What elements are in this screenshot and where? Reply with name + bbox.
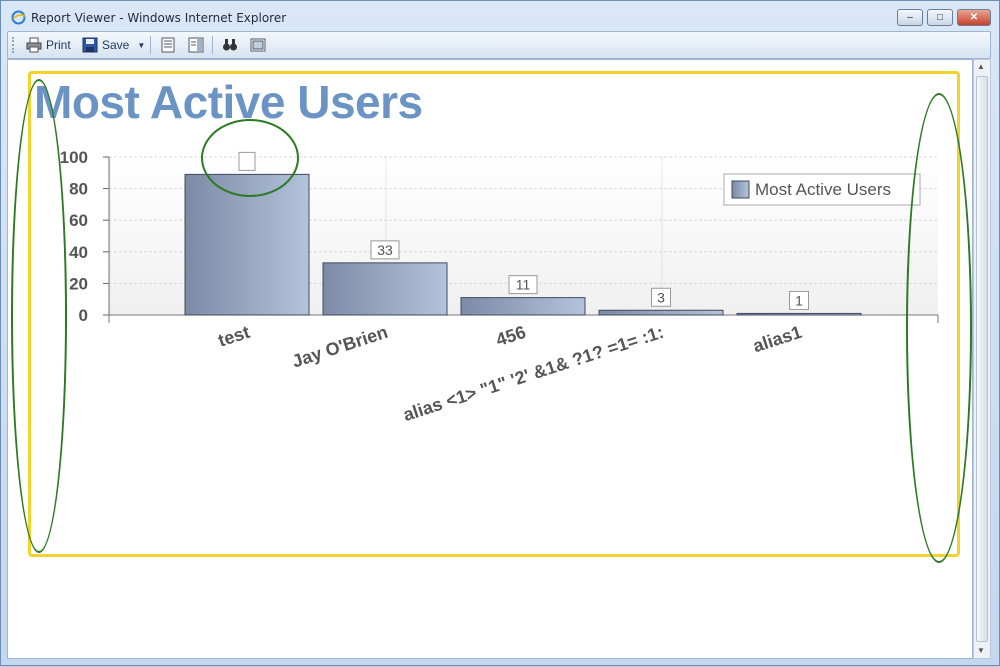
data-label: 1 <box>795 292 803 308</box>
y-tick-label: 0 <box>79 306 88 325</box>
x-tick-label: alias <1> "1" '2' &1& ?1? =1= :1: <box>401 322 667 425</box>
browser-window: Report Viewer - Windows Internet Explore… <box>0 0 1000 666</box>
legend-label: Most Active Users <box>755 180 891 199</box>
bar <box>322 262 448 316</box>
y-tick-label: 100 <box>60 148 88 167</box>
annotation-ellipse-left <box>11 79 67 553</box>
y-tick-label: 40 <box>69 243 88 262</box>
bar <box>736 312 862 316</box>
bar <box>460 297 586 316</box>
data-label: 33 <box>377 242 393 258</box>
y-tick-label: 20 <box>69 274 88 293</box>
annotation-ellipse-label <box>201 119 299 197</box>
x-tick-label: alias1 <box>750 322 804 356</box>
data-label: 3 <box>657 289 665 305</box>
annotation-ellipse-right <box>906 93 972 563</box>
legend-swatch <box>731 180 750 199</box>
bar <box>598 309 724 316</box>
x-tick-label: Jay O'Brien <box>290 322 391 372</box>
data-label: 11 <box>516 277 531 293</box>
x-tick-label: 456 <box>493 322 528 350</box>
x-tick-label: test <box>216 322 253 351</box>
bar-chart: 02040608010033113 1test Jay O'Brien 456alia… <box>60 148 939 425</box>
y-tick-label: 80 <box>69 180 88 199</box>
y-tick-label: 60 <box>69 211 88 230</box>
